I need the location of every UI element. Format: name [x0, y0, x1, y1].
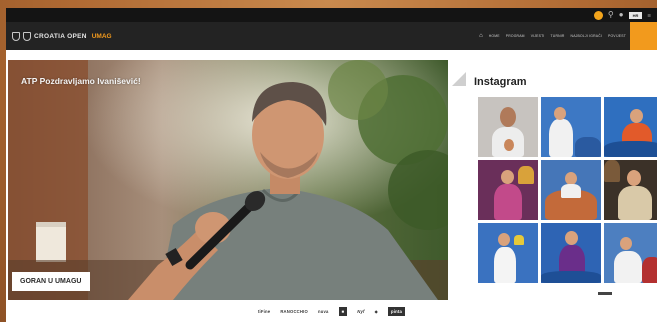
instagram-post[interactable]	[604, 97, 657, 157]
nav-item-tournament[interactable]: TURNIR	[551, 34, 565, 38]
search-icon[interactable]: ⚲	[608, 11, 614, 19]
instagram-post[interactable]	[604, 160, 657, 220]
site-logo[interactable]: CROATIA OPEN UMAG	[12, 31, 112, 41]
corner-fold-icon	[452, 72, 466, 86]
instagram-post[interactable]	[478, 223, 538, 283]
utility-bar: ⚲ ● HR ☰	[6, 8, 657, 22]
instagram-post[interactable]	[541, 97, 601, 157]
sponsor-logo[interactable]: ◆	[375, 309, 378, 314]
menu-icon[interactable]: ☰	[647, 13, 651, 18]
instagram-scroll-indicator[interactable]	[598, 292, 612, 295]
hero-photo	[8, 60, 448, 300]
instagram-panel: Instagram	[452, 60, 657, 300]
sponsor-logo[interactable]: ■	[338, 307, 348, 316]
instagram-post[interactable]	[541, 223, 601, 283]
language-button[interactable]: HR	[628, 11, 643, 19]
home-icon[interactable]: ⌂	[479, 33, 483, 39]
tickets-button[interactable]	[630, 22, 657, 50]
nav-item-history[interactable]: POVIJEST	[608, 34, 626, 38]
instagram-post[interactable]	[478, 97, 538, 157]
instagram-post[interactable]	[604, 223, 657, 283]
instagram-grid	[478, 97, 657, 287]
nav-item-home[interactable]: HOME	[489, 34, 500, 38]
crest-icon	[12, 31, 20, 41]
instagram-title: Instagram	[474, 76, 527, 88]
nav-menu: ⌂ HOME PROGRAM VIJESTI TURNIR NAJBOLJI I…	[479, 33, 626, 39]
instagram-post[interactable]	[541, 160, 601, 220]
crest-icon	[23, 31, 31, 41]
main-navbar: CROATIA OPEN UMAG ⌂ HOME PROGRAM VIJESTI…	[6, 22, 657, 50]
sponsor-logo[interactable]: RANOCCHIO	[280, 309, 308, 314]
sponsor-logo[interactable]: pinta	[388, 307, 406, 316]
instagram-post[interactable]	[478, 160, 538, 220]
hero-caption[interactable]: GORAN U UMAGU	[12, 272, 91, 291]
coin-icon[interactable]	[593, 10, 603, 20]
sponsors-strip: tiFine RANOCCHIO nuva ■ Nyf ◆ pinta	[6, 301, 657, 322]
sponsor-logo[interactable]: nuva	[318, 309, 329, 314]
hero-banner[interactable]: ATP Pozdravljamo Ivanišević! GORAN U UMA…	[8, 60, 448, 300]
browser-page: ⚲ ● HR ☰ CROATIA OPEN UMAG ⌂ HOME PROGRA…	[6, 8, 657, 322]
logo-text: CROATIA OPEN	[34, 32, 87, 40]
hero-title[interactable]: ATP Pozdravljamo Ivanišević!	[21, 76, 141, 86]
nav-item-top-players[interactable]: NAJBOLJI IGRAČI	[571, 34, 602, 38]
sponsor-logo[interactable]: tiFine	[258, 309, 270, 314]
nav-item-news[interactable]: VIJESTI	[531, 34, 545, 38]
sponsor-logo[interactable]: Nyf	[357, 309, 364, 314]
user-icon[interactable]: ●	[619, 11, 624, 19]
logo-accent: UMAG	[91, 32, 112, 40]
nav-item-program[interactable]: PROGRAM	[506, 34, 525, 38]
